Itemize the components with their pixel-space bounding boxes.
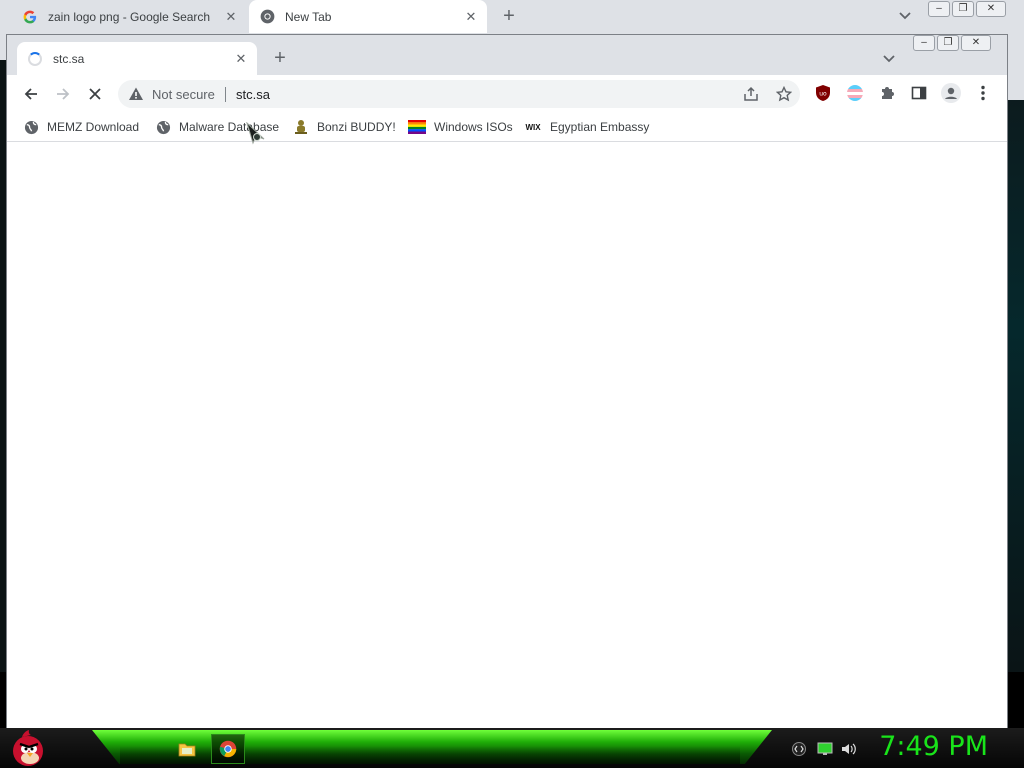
taskbar (0, 728, 1024, 768)
stop-x-icon (89, 88, 101, 100)
navigation-toolbar: Not secure stc.sa uo (7, 75, 1007, 112)
warning-triangle-icon[interactable] (128, 86, 144, 102)
forward-arrow-icon (57, 88, 70, 100)
page-content[interactable] (7, 143, 1007, 729)
window-controls: – ❐ ✕ (913, 35, 991, 51)
tab-title: zain logo png - Google Search (48, 9, 211, 24)
google-g-icon (22, 9, 38, 25)
bookmarks-bar: MEMZ Download Malware Database Bonzi BUD… (7, 112, 1007, 142)
chrome-icon (259, 9, 275, 25)
mouse-cursor-icon (246, 122, 265, 145)
tab-google-search[interactable]: zain logo png - Google Search ✕ (12, 0, 247, 33)
tab-strip: stc.sa ✕ + – ❐ ✕ (7, 35, 1007, 75)
bookmark-label: MEMZ Download (47, 120, 140, 134)
close-tab-icon[interactable]: ✕ (223, 9, 239, 25)
menu-icon[interactable] (972, 82, 994, 104)
puzzle-icon[interactable] (876, 82, 898, 104)
ublock-icon[interactable]: uo (812, 82, 834, 104)
svg-text:uo: uo (819, 91, 827, 98)
taskbar-file-explorer[interactable] (170, 734, 204, 764)
browser-window: stc.sa ✕ + – ❐ ✕ Not secure stc.sa uo ME… (6, 34, 1008, 729)
profile-icon[interactable] (940, 82, 962, 104)
tab-title: New Tab (285, 9, 332, 24)
address-divider (225, 87, 226, 102)
new-tab-button[interactable]: + (497, 5, 521, 29)
start-button-angry-bird-icon[interactable] (8, 728, 48, 768)
address-bar[interactable]: Not secure stc.sa (118, 80, 800, 108)
restore-button[interactable]: ❐ (952, 1, 974, 17)
globe-icon (23, 119, 39, 135)
minimize-button[interactable]: – (913, 35, 935, 51)
bookmark-star-icon[interactable] (775, 85, 793, 103)
desktop-wallpaper-strip (1006, 100, 1024, 672)
minimize-button[interactable]: – (928, 1, 950, 17)
trans-flag-icon[interactable] (844, 82, 866, 104)
bookmark-label: Windows ISOs (434, 120, 513, 134)
bookmark-bonzi-buddy[interactable]: Bonzi BUDDY! (293, 118, 396, 136)
bookmark-egyptian-embassy[interactable]: WIX Egyptian Embassy (524, 118, 649, 136)
close-tab-icon[interactable]: ✕ (233, 51, 249, 67)
window-controls: – ❐ ✕ (928, 1, 1006, 17)
back-button[interactable] (18, 81, 44, 107)
bonzi-icon (293, 119, 309, 135)
network-icon[interactable] (817, 741, 833, 757)
tab-stc[interactable]: stc.sa ✕ (17, 42, 257, 75)
file-explorer-icon (178, 743, 196, 757)
back-arrow-icon (24, 88, 37, 100)
bookmark-windows-isos[interactable]: Windows ISOs (408, 118, 513, 136)
volume-icon[interactable] (841, 741, 857, 757)
chrome-icon (219, 740, 237, 758)
bookmark-label: Bonzi BUDDY! (317, 120, 396, 134)
new-tab-button[interactable]: + (268, 47, 292, 71)
forward-button[interactable] (50, 81, 76, 107)
stop-loading-button[interactable] (82, 81, 108, 107)
loading-spinner-icon (27, 51, 43, 67)
bookmark-memz[interactable]: MEMZ Download (23, 118, 139, 136)
close-tab-icon[interactable]: ✕ (463, 9, 479, 25)
globe-icon (155, 119, 171, 135)
rainbow-flag-icon (408, 119, 426, 135)
restore-button[interactable]: ❐ (937, 35, 959, 51)
close-window-button[interactable]: ✕ (976, 1, 1006, 17)
side-panel-icon[interactable] (908, 82, 930, 104)
tab-search-chevron-icon[interactable] (895, 6, 915, 26)
tab-search-chevron-icon[interactable] (879, 49, 899, 69)
tab-title: stc.sa (53, 51, 85, 66)
language-icon[interactable] (792, 741, 806, 757)
taskbar-clock[interactable]: 7:49 PM (879, 731, 988, 762)
url-text[interactable]: stc.sa (236, 87, 270, 102)
taskbar-chrome[interactable] (211, 734, 245, 764)
close-window-button[interactable]: ✕ (961, 35, 991, 51)
security-label[interactable]: Not secure (152, 87, 215, 102)
wix-icon: WIX (525, 122, 541, 132)
bookmark-label: Egyptian Embassy (550, 120, 650, 134)
share-icon[interactable] (742, 85, 760, 103)
tab-new-tab[interactable]: New Tab ✕ (249, 0, 487, 33)
